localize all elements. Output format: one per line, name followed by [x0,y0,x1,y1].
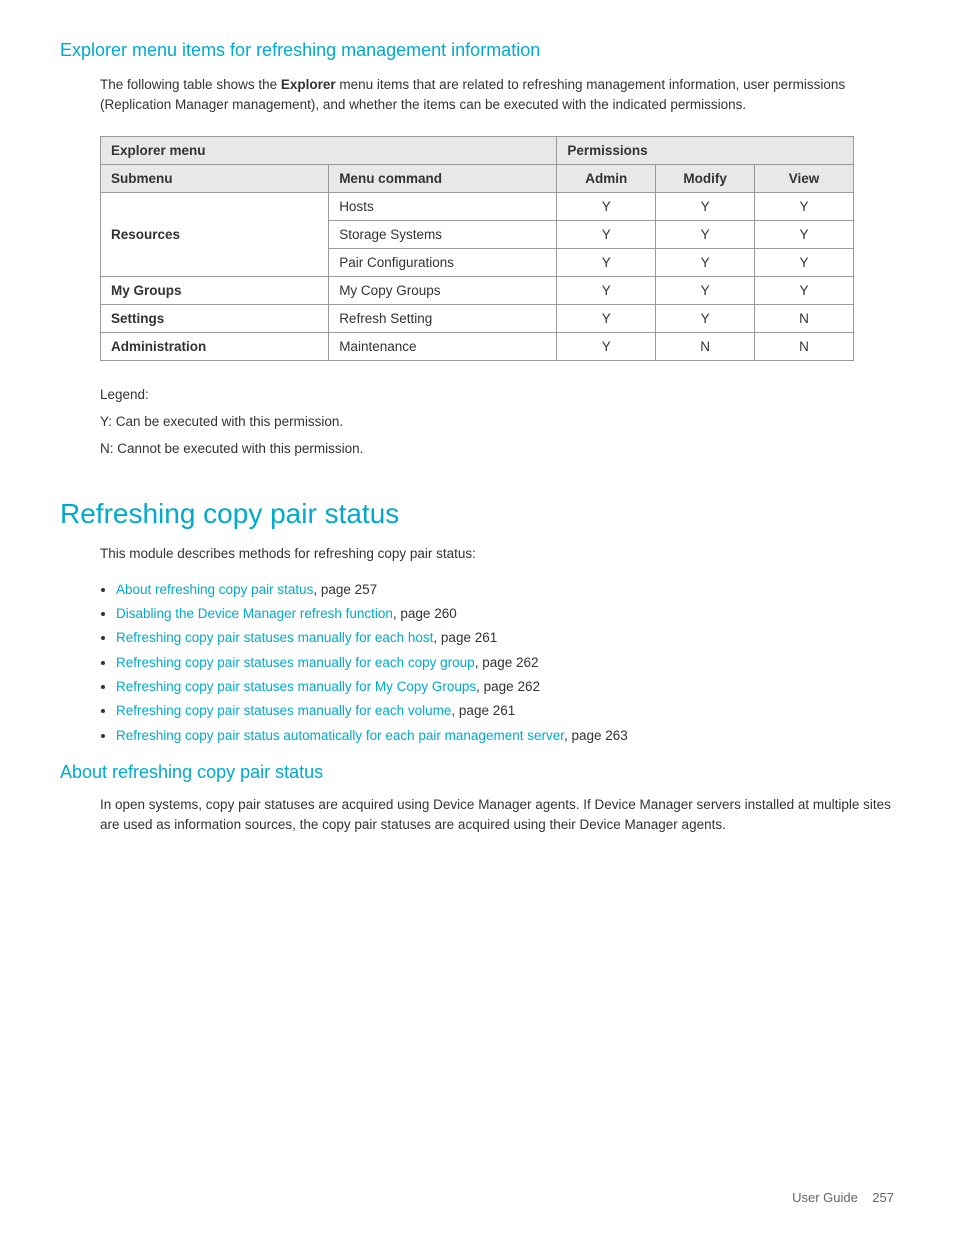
list-item: Refreshing copy pair status automaticall… [116,724,894,748]
storage-systems-admin: Y [557,220,656,248]
section2-heading: Refreshing copy pair status [60,498,894,530]
bullet-link-3[interactable]: Refreshing copy pair statuses manually f… [116,630,433,645]
section1-intro: The following table shows the Explorer m… [100,75,894,116]
settings-submenu: Settings [101,304,329,332]
submenu-header: Submenu [101,164,329,192]
list-item: Disabling the Device Manager refresh fun… [116,602,894,626]
bullet-link-5[interactable]: Refreshing copy pair statuses manually f… [116,679,476,694]
permissions-table: Explorer menu Permissions Submenu Menu c… [100,136,854,361]
my-groups-submenu: My Groups [101,276,329,304]
page-ref-1: , page 257 [313,582,377,597]
section2-bullet-list: About refreshing copy pair status, page … [116,578,894,748]
my-copy-groups-admin: Y [557,276,656,304]
page-ref-6: , page 261 [451,703,515,718]
bullet-link-2[interactable]: Disabling the Device Manager refresh fun… [116,606,393,621]
page-ref-4: , page 262 [475,655,539,670]
explorer-bold: Explorer [281,77,336,92]
admin-submenu: Administration [101,332,329,360]
table-row: Resources Hosts Y Y Y [101,192,854,220]
bullet-link-7[interactable]: Refreshing copy pair status automaticall… [116,728,564,743]
refresh-setting-view: N [755,304,854,332]
refresh-setting-modify: Y [656,304,755,332]
refresh-setting-cmd: Refresh Setting [329,304,557,332]
footer-page-number: 257 [872,1190,894,1205]
permissions-table-wrapper: Explorer menu Permissions Submenu Menu c… [100,136,854,361]
col-explorer-menu-header: Explorer menu [101,136,557,164]
section3-heading: About refreshing copy pair status [60,762,894,783]
modify-header: Modify [656,164,755,192]
list-item: Refreshing copy pair statuses manually f… [116,626,894,650]
bullet-link-1[interactable]: About refreshing copy pair status [116,582,313,597]
menu-command-header: Menu command [329,164,557,192]
legend-n: N: Cannot be executed with this permissi… [100,435,854,462]
hosts-view: Y [755,192,854,220]
hosts-cmd: Hosts [329,192,557,220]
table-row: Settings Refresh Setting Y Y N [101,304,854,332]
maintenance-modify: N [656,332,755,360]
section3-body: In open systems, copy pair statuses are … [100,795,894,836]
view-header: View [755,164,854,192]
refresh-setting-admin: Y [557,304,656,332]
pair-configs-modify: Y [656,248,755,276]
my-copy-groups-view: Y [755,276,854,304]
page-ref-5: , page 262 [476,679,540,694]
maintenance-cmd: Maintenance [329,332,557,360]
list-item: About refreshing copy pair status, page … [116,578,894,602]
list-item: Refreshing copy pair statuses manually f… [116,651,894,675]
storage-systems-cmd: Storage Systems [329,220,557,248]
pair-configs-cmd: Pair Configurations [329,248,557,276]
hosts-modify: Y [656,192,755,220]
hosts-admin: Y [557,192,656,220]
pair-configs-admin: Y [557,248,656,276]
page-ref-2: , page 260 [393,606,457,621]
section1-heading: Explorer menu items for refreshing manag… [60,40,894,61]
table-row: My Groups My Copy Groups Y Y Y [101,276,854,304]
section2-intro: This module describes methods for refres… [100,544,894,564]
my-copy-groups-cmd: My Copy Groups [329,276,557,304]
storage-systems-modify: Y [656,220,755,248]
bullet-link-6[interactable]: Refreshing copy pair statuses manually f… [116,703,451,718]
my-copy-groups-modify: Y [656,276,755,304]
table-row: Administration Maintenance Y N N [101,332,854,360]
legend-y: Y: Can be executed with this permission. [100,408,854,435]
storage-systems-view: Y [755,220,854,248]
legend-section: Legend: Y: Can be executed with this per… [100,381,854,462]
maintenance-admin: Y [557,332,656,360]
legend-title: Legend: [100,381,854,408]
page-ref-7: , page 263 [564,728,628,743]
list-item: Refreshing copy pair statuses manually f… [116,699,894,723]
col-permissions-header: Permissions [557,136,854,164]
footer-label: User Guide [792,1190,858,1205]
admin-header: Admin [557,164,656,192]
page-ref-3: , page 261 [433,630,497,645]
footer: User Guide 257 [792,1190,894,1205]
pair-configs-view: Y [755,248,854,276]
resources-submenu: Resources [101,192,329,276]
bullet-link-4[interactable]: Refreshing copy pair statuses manually f… [116,655,475,670]
maintenance-view: N [755,332,854,360]
list-item: Refreshing copy pair statuses manually f… [116,675,894,699]
